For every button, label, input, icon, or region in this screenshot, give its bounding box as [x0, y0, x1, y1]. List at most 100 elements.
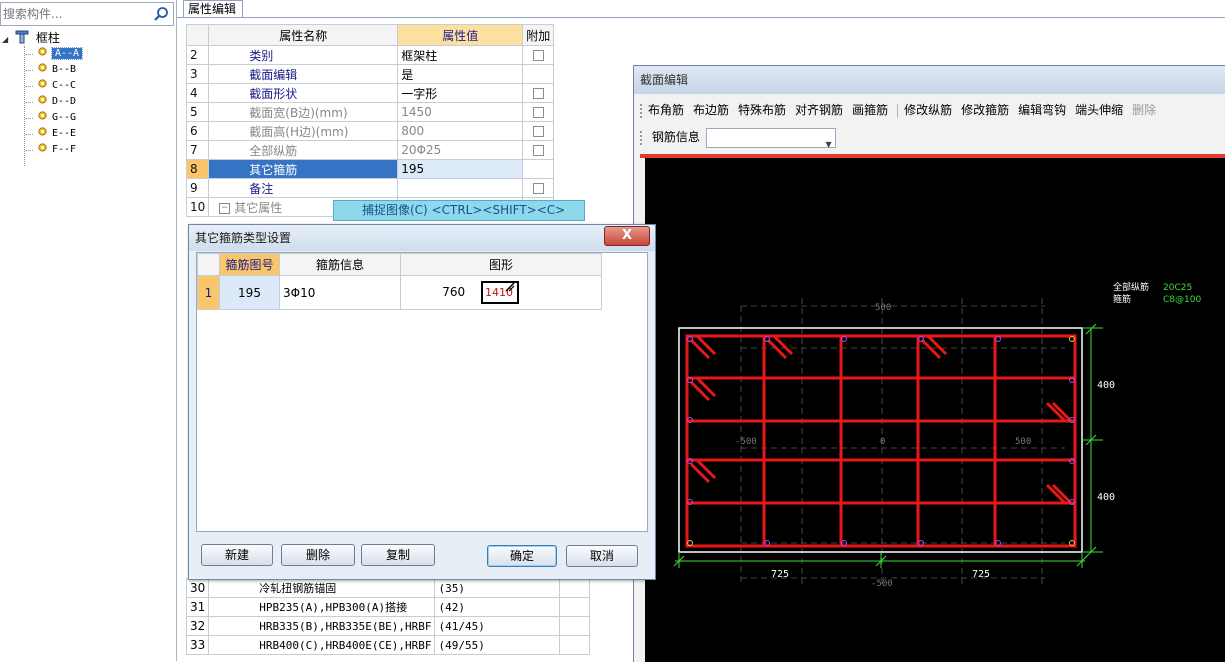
property-name-text: 截面高(H边)(mm)	[249, 124, 349, 139]
tree-item-label: B--B	[52, 64, 77, 75]
table-row[interactable]: 9 备注	[185, 178, 555, 198]
gear-icon	[38, 47, 47, 56]
tree-item[interactable]: B--B	[37, 62, 76, 78]
extra-cell[interactable]	[522, 83, 555, 103]
stirrup-info-cell[interactable]: 3Φ10	[279, 275, 401, 310]
extra-cell[interactable]	[522, 178, 555, 198]
property-value[interactable]: 1450	[397, 102, 524, 122]
table-row[interactable]: 7 全部纵筋 20Φ25	[185, 140, 555, 160]
tree-item[interactable]: F--F	[37, 142, 76, 158]
header-extra: 附加	[522, 24, 555, 46]
property-value[interactable]: 800	[397, 121, 524, 141]
extra-checkbox[interactable]	[532, 183, 544, 194]
toolbar-button[interactable]: 删除	[1132, 98, 1156, 122]
copy-button[interactable]: 复制	[361, 544, 435, 566]
stirrup-code-cell[interactable]: 195	[219, 275, 280, 310]
extra-checkbox[interactable]	[532, 88, 544, 99]
property-name-text: 截面编辑	[249, 67, 298, 82]
new-button[interactable]: 新建	[201, 544, 273, 566]
toolbar-button[interactable]: 端头伸缩	[1075, 98, 1123, 122]
table-row[interactable]: 3 截面编辑 是	[185, 64, 555, 84]
tree-item[interactable]: E--E	[37, 126, 76, 142]
header-property-value: 属性值	[397, 24, 524, 46]
property-name: 冷轧扭钢筋锚固	[208, 578, 436, 598]
dialog-title: 其它箍筋类型设置	[189, 225, 655, 251]
tree-item[interactable]: G--G	[37, 110, 76, 126]
property-name: HPB235(A),HPB300(A)搭接	[208, 597, 436, 617]
toolbar-button[interactable]: 画箍筋	[852, 98, 888, 122]
section-editor-window: 截面编辑 布角筋 布边筋 特殊布筋 对齐钢筋 画箍筋 修改纵筋 修改箍筋 编辑弯钩 端头伸缩 删除…	[633, 65, 1225, 662]
table-row[interactable]: 8 其它箍筋 195	[185, 159, 555, 179]
legend-stirrup-label: 箍筋	[1113, 293, 1131, 305]
table-row[interactable]: 33 HRB400(C),HRB400E(CE),HRBF (49/55)	[185, 635, 591, 655]
delete-button[interactable]: 删除	[281, 544, 355, 566]
row-number: 31	[185, 597, 210, 617]
toolbar-button[interactable]: 特殊布筋	[738, 98, 786, 122]
close-button[interactable]: X	[604, 226, 650, 246]
toolbar-button[interactable]: 编辑弯钩	[1018, 98, 1066, 122]
extra-checkbox[interactable]	[532, 50, 544, 61]
extra-cell[interactable]	[522, 102, 555, 122]
tree-item-label: E--E	[52, 128, 77, 139]
property-value[interactable]: (35)	[434, 578, 561, 598]
toolbar-button[interactable]: 布边筋	[693, 98, 729, 122]
rebar-info-dropdown[interactable]: ▼	[705, 127, 836, 149]
search-icon[interactable]	[153, 6, 169, 22]
table-row[interactable]: 2 类别 框架柱	[185, 45, 555, 65]
table-row[interactable]: 6 截面高(H边)(mm) 800	[185, 121, 555, 141]
section-canvas[interactable]: 500 -500 0 500 -500 400 400 725 725 全部纵筋…	[645, 158, 1225, 662]
table-row[interactable]: 32 HRB335(B),HRB335E(BE),HRBF (41/45)	[185, 616, 591, 636]
collapse-icon[interactable]: −	[219, 202, 231, 214]
table-row[interactable]: 31 HPB235(A),HPB300(A)搭接 (42)	[185, 597, 591, 617]
property-value[interactable]: 是	[397, 64, 524, 84]
tree-item[interactable]: C--C	[37, 78, 76, 94]
extra-cell	[559, 578, 591, 598]
shape-dim-1: 760	[442, 285, 466, 299]
toolbar-button[interactable]: 修改箍筋	[961, 98, 1009, 122]
extra-cell[interactable]	[522, 121, 555, 141]
table-row[interactable]: 4 截面形状 一字形	[185, 83, 555, 103]
property-value[interactable]: (49/55)	[434, 635, 561, 655]
toolbar-button[interactable]: 布角筋	[648, 98, 684, 122]
table-row[interactable]: 30 冷轧扭钢筋锚固 (35)	[185, 578, 591, 598]
tree-item[interactable]: D--D	[37, 94, 76, 110]
row-number: 32	[185, 616, 210, 636]
row-number: 8	[185, 159, 210, 179]
ok-button[interactable]: 确定	[487, 545, 557, 567]
property-value[interactable]: (42)	[434, 597, 561, 617]
tree-root-node[interactable]: ◢ 框柱	[2, 30, 60, 46]
section-editor-toolbar: 布角筋 布边筋 特殊布筋 对齐钢筋 画箍筋 修改纵筋 修改箍筋 编辑弯钩 端头伸缩 删除	[640, 98, 1225, 122]
property-name-text: 备注	[249, 181, 274, 196]
property-value[interactable]	[397, 178, 524, 198]
cancel-button[interactable]: 取消	[566, 545, 638, 567]
search-input[interactable]	[1, 3, 153, 25]
stirrup-corner-header	[197, 253, 220, 276]
table-row[interactable]: 5 截面宽(B边)(mm) 1450	[185, 102, 555, 122]
chevron-down-icon[interactable]: ▼	[826, 134, 832, 156]
toolbar-button[interactable]: 对齐钢筋	[795, 98, 843, 122]
row-number: 9	[185, 178, 210, 198]
extra-cell[interactable]	[522, 45, 555, 65]
property-value[interactable]: 195	[397, 159, 524, 179]
stirrup-shape-cell[interactable]: 760 1410	[400, 275, 602, 310]
property-name: 截面宽(B边)(mm)	[208, 102, 399, 122]
grid-label-right: 500	[1015, 437, 1031, 447]
row-number: 7	[185, 140, 210, 160]
search-box[interactable]	[0, 2, 174, 26]
table-row[interactable]: 1 195 3Φ10 760 1410	[197, 275, 602, 310]
header-stirrup-info: 箍筋信息	[279, 253, 401, 276]
property-value[interactable]: (41/45)	[434, 616, 561, 636]
row-number: 3	[185, 64, 210, 84]
extra-checkbox[interactable]	[532, 145, 544, 156]
property-value[interactable]: 一字形	[397, 83, 524, 103]
tree-item[interactable]: A--A	[37, 46, 84, 62]
tab-property-edit[interactable]: 属性编辑	[183, 0, 243, 17]
toolbar-button[interactable]: 修改纵筋	[904, 98, 952, 122]
property-value[interactable]: 20Φ25	[397, 140, 524, 160]
extra-checkbox[interactable]	[532, 107, 544, 118]
extra-cell[interactable]	[522, 140, 555, 160]
extra-checkbox[interactable]	[532, 126, 544, 137]
property-name: HRB335(B),HRB335E(BE),HRBF	[208, 616, 436, 636]
property-value[interactable]: 框架柱	[397, 45, 524, 65]
capture-image-tooltip[interactable]: 捕捉图像(C) <CTRL><SHIFT><C>	[333, 200, 585, 221]
